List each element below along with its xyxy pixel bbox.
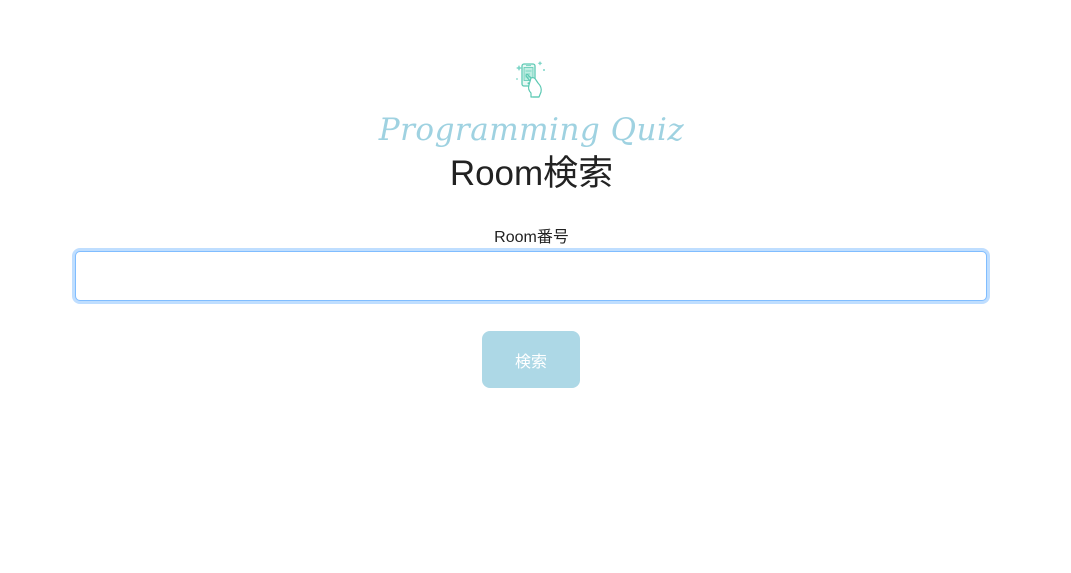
phone-with-hand-icon [513, 57, 551, 99]
room-search-page: Programming Quiz Room検索 Room番号 検索 [0, 0, 1071, 573]
logo-text: Programming Quiz [378, 112, 685, 148]
page-title: Room検索 [449, 154, 614, 193]
search-button[interactable]: 検索 [482, 331, 580, 388]
room-number-input[interactable] [75, 251, 987, 301]
room-number-label: Room番号 [494, 229, 569, 246]
